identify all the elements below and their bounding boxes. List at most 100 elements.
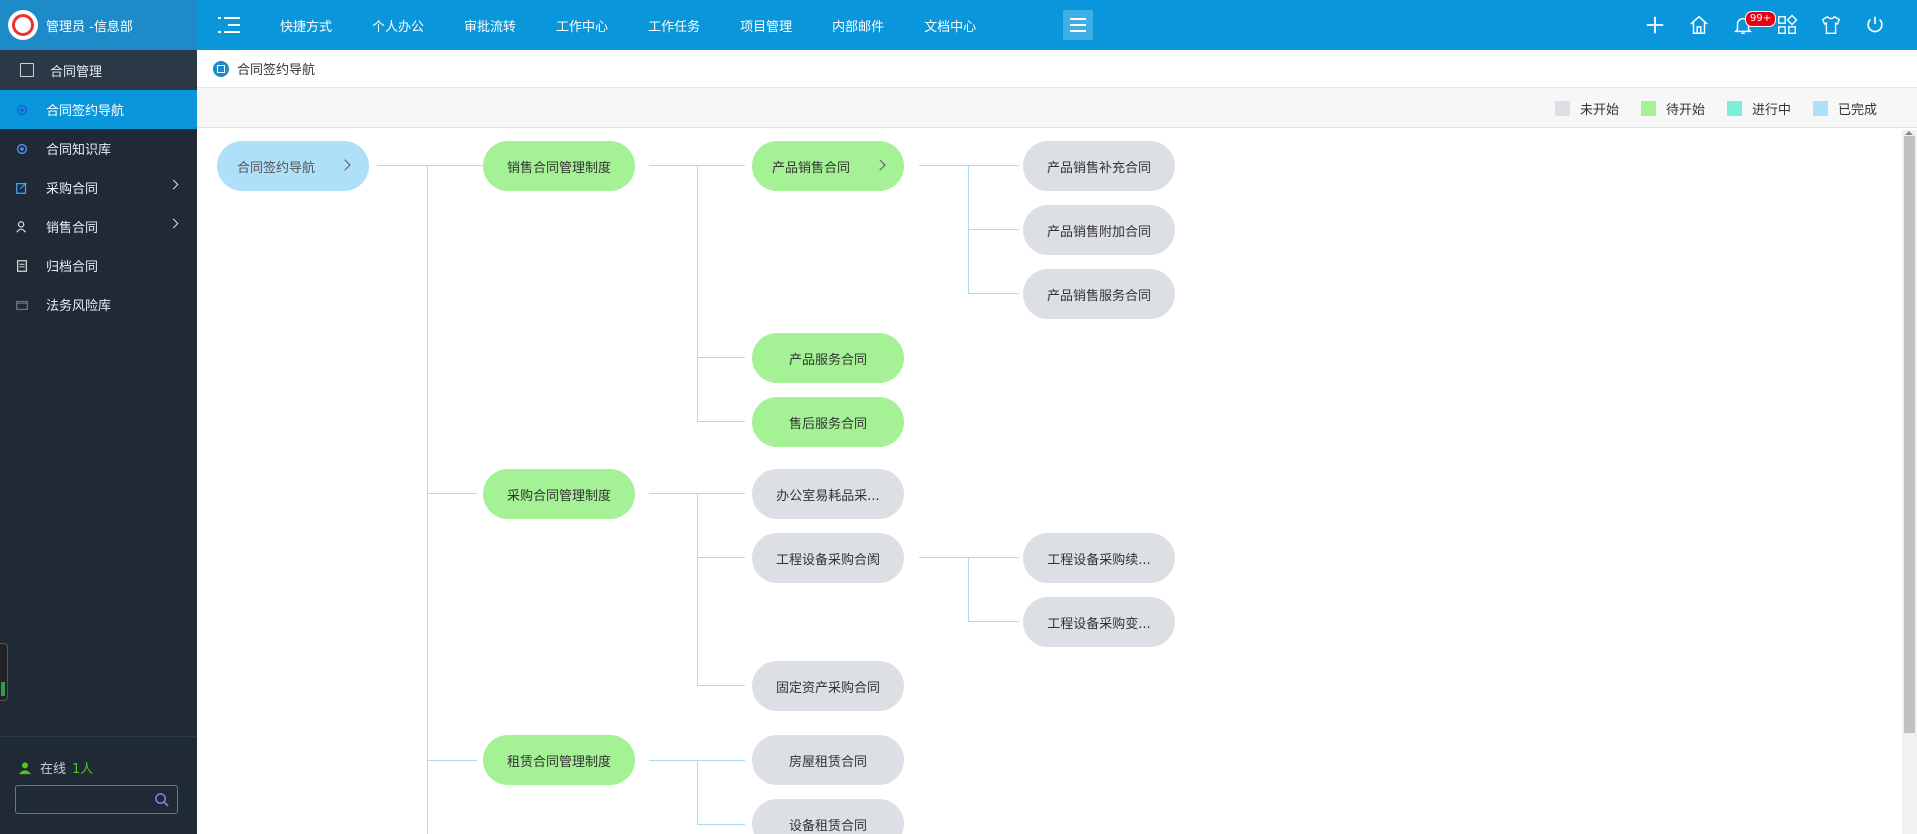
tree-node-purchase-policy[interactable]: 采购合同管理制度 xyxy=(483,469,635,519)
legend-item-pending: 待开始 xyxy=(1640,99,1705,118)
tree-node-fixed-assets[interactable]: 固定资产采购合同 xyxy=(752,661,904,711)
tree-node-equipment-renewal[interactable]: 工程设备采购续... xyxy=(1023,533,1175,583)
apps-icon[interactable] xyxy=(1765,0,1809,50)
nav-item-work-tasks[interactable]: 工作任务 xyxy=(626,16,718,35)
power-icon[interactable] xyxy=(1853,0,1897,50)
sidebar-item-archived-contract[interactable]: 归档合同 xyxy=(0,246,197,285)
tree-node-product-sales[interactable]: 产品销售合同 xyxy=(752,141,904,191)
tree-node-root[interactable]: 合同签约导航 xyxy=(217,141,369,191)
tree-connector xyxy=(919,165,1019,166)
tree-node-label: 租赁合同管理制度 xyxy=(506,754,611,770)
legend-label: 进行中 xyxy=(1751,102,1791,118)
sidebar-item-label: 合同知识库 xyxy=(46,143,112,158)
legend-swatch xyxy=(1554,100,1570,116)
sidebar-item-label: 销售合同 xyxy=(46,221,99,236)
status-legend: 未开始 待开始 进行中 已完成 xyxy=(1533,88,1877,128)
sidebar-section-header: 合同管理 xyxy=(0,50,197,90)
sidebar-item-contract-nav[interactable]: 合同签约导航 xyxy=(0,90,197,129)
bell-icon[interactable]: 99+ xyxy=(1721,0,1777,50)
tree-node-label: 售后服务合同 xyxy=(788,416,867,432)
legend-item-in-progress: 进行中 xyxy=(1726,99,1791,118)
home-icon[interactable] xyxy=(1677,0,1721,50)
search-icon[interactable] xyxy=(154,792,169,807)
tree-node-sales-supplement[interactable]: 产品销售补充合同 xyxy=(1023,141,1175,191)
tree-connector xyxy=(697,493,698,686)
contract-flow-tree: 合同签约导航 销售合同管理制度 产品销售合同 产品销售补充合同 产品销售附加合同… xyxy=(197,128,1897,834)
tree-connector xyxy=(427,493,477,494)
chevron-right-icon xyxy=(339,159,351,171)
top-bar: 管理员 -信息部 快捷方式 个人办公 审批流转 工作中心 工作任务 项目管理 内… xyxy=(0,0,1917,50)
legend-label: 待开始 xyxy=(1665,102,1705,118)
tree-node-sales-service[interactable]: 产品销售服务合同 xyxy=(1023,269,1175,319)
nav-item-internal-mail[interactable]: 内部邮件 xyxy=(810,16,902,35)
tree-node-label: 产品服务合同 xyxy=(788,352,867,368)
edit-icon xyxy=(14,180,30,196)
user-icon xyxy=(14,219,30,235)
tree-connector xyxy=(968,557,969,622)
tree-connector xyxy=(697,685,745,686)
tree-connector xyxy=(697,760,698,825)
tree-node-lease-policy[interactable]: 租赁合同管理制度 xyxy=(483,735,635,785)
legend-item-not-started: 未开始 xyxy=(1554,99,1619,118)
nav-item-approval-flow[interactable]: 审批流转 xyxy=(442,16,534,35)
tree-connector xyxy=(919,557,1019,558)
sidebar-item-label: 归档合同 xyxy=(46,260,99,275)
legend-label: 未开始 xyxy=(1579,102,1619,118)
tree-connector xyxy=(427,760,477,761)
sidebar-item-label: 采购合同 xyxy=(46,182,99,197)
tree-node-label: 固定资产采购合同 xyxy=(775,680,880,696)
nav-item-shortcuts[interactable]: 快捷方式 xyxy=(258,16,350,35)
tree-connector xyxy=(697,421,745,422)
tree-node-equipment-change[interactable]: 工程设备采购变... xyxy=(1023,597,1175,647)
tree-node-label: 销售合同管理制度 xyxy=(506,160,611,176)
sidebar-item-label: 法务风险库 xyxy=(46,299,112,314)
legend-swatch xyxy=(1640,100,1656,116)
scroll-up-icon[interactable] xyxy=(1905,131,1913,135)
sidebar-divider xyxy=(0,736,197,737)
tree-node-sales-addendum[interactable]: 产品销售附加合同 xyxy=(1023,205,1175,255)
nav-item-personal-office[interactable]: 个人办公 xyxy=(350,16,442,35)
sidebar-item-sales-contract[interactable]: 销售合同 xyxy=(0,207,197,246)
tree-node-office-supplies[interactable]: 办公室易耗品采... xyxy=(752,469,904,519)
tree-connector xyxy=(697,557,745,558)
sidebar-item-purchase-contract[interactable]: 采购合同 xyxy=(0,168,197,207)
tree-connector xyxy=(697,165,698,422)
tree-node-equipment-lease[interactable]: 设备租赁合同 xyxy=(752,799,904,834)
online-label: 在线 xyxy=(40,762,67,777)
tree-node-sales-policy[interactable]: 销售合同管理制度 xyxy=(483,141,635,191)
tree-node-product-service[interactable]: 产品服务合同 xyxy=(752,333,904,383)
tree-connector xyxy=(697,824,745,825)
tree-node-house-lease[interactable]: 房屋租赁合同 xyxy=(752,735,904,785)
legend-label: 已完成 xyxy=(1837,102,1877,118)
legend-swatch xyxy=(1812,100,1828,116)
nav-item-work-center[interactable]: 工作中心 xyxy=(534,16,626,35)
breadcrumb: 合同签约导航 xyxy=(197,50,1917,88)
menu-toggle-icon[interactable] xyxy=(218,14,240,36)
tree-node-label: 采购合同管理制度 xyxy=(506,488,611,504)
tree-node-label: 办公室易耗品采... xyxy=(776,488,880,504)
sidebar-search-input[interactable] xyxy=(16,786,146,813)
archive-icon xyxy=(14,258,30,274)
skin-icon[interactable] xyxy=(1809,0,1853,50)
side-handle[interactable] xyxy=(0,643,8,701)
nav-item-doc-center[interactable]: 文档中心 xyxy=(902,16,994,35)
app-logo xyxy=(8,10,38,40)
tree-node-label: 产品销售服务合同 xyxy=(1046,288,1151,304)
tree-connector xyxy=(697,357,745,358)
user-icon xyxy=(18,761,32,774)
scrollbar-thumb[interactable] xyxy=(1904,136,1915,733)
tree-node-after-sales[interactable]: 售后服务合同 xyxy=(752,397,904,447)
gear-icon xyxy=(14,102,30,118)
tree-connector xyxy=(968,293,1019,294)
tree-node-label: 产品销售附加合同 xyxy=(1046,224,1151,240)
contract-icon xyxy=(20,63,34,77)
top-nav: 快捷方式 个人办公 审批流转 工作中心 工作任务 项目管理 内部邮件 文档中心 xyxy=(258,0,994,50)
legend-item-completed: 已完成 xyxy=(1812,99,1877,118)
sidebar-item-contract-knowledge[interactable]: 合同知识库 xyxy=(0,129,197,168)
nav-item-project-mgmt[interactable]: 项目管理 xyxy=(718,16,810,35)
nav-more-button[interactable] xyxy=(1063,10,1093,40)
tree-node-equipment-purchase[interactable]: 工程设备采购合阂 xyxy=(752,533,904,583)
sidebar-item-legal-risk[interactable]: 法务风险库 xyxy=(0,285,197,324)
tree-node-label: 设备租赁合同 xyxy=(788,818,867,834)
plus-icon[interactable] xyxy=(1633,0,1677,50)
